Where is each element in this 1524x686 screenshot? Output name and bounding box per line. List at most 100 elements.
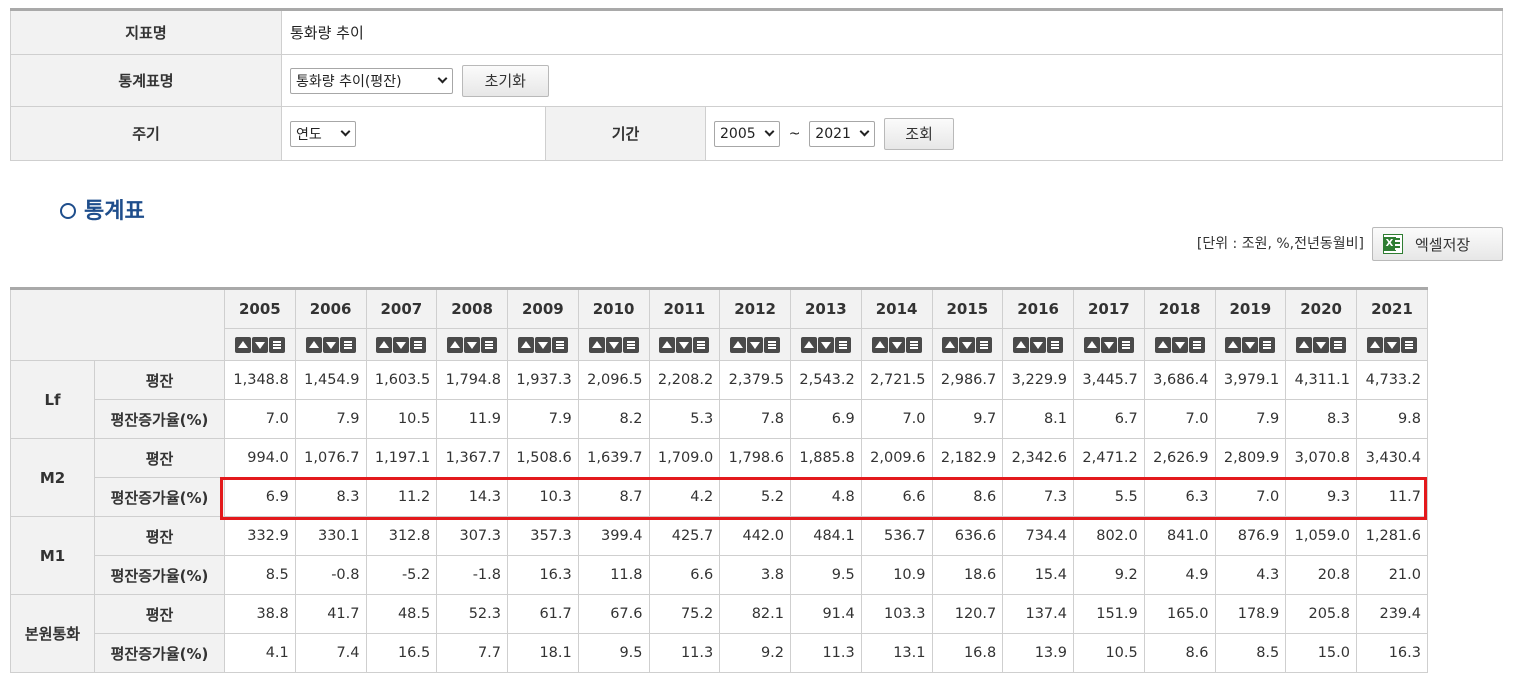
period-end-select[interactable]: 2021	[809, 120, 876, 147]
chevron-down-icon	[437, 73, 448, 84]
sort-ascending-icon[interactable]	[1083, 337, 1100, 353]
sort-controls	[436, 328, 508, 361]
sort-controls	[1356, 328, 1428, 361]
sort-descending-icon[interactable]	[1384, 337, 1400, 353]
sort-descending-icon[interactable]	[1100, 337, 1117, 353]
sort-descending-icon[interactable]	[959, 337, 976, 353]
table-cell: 48.5	[365, 594, 438, 634]
menu-icon[interactable]	[268, 337, 285, 353]
sort-ascending-icon[interactable]	[1225, 337, 1242, 353]
table-cell: 8.5	[1214, 633, 1287, 673]
menu-icon[interactable]	[1047, 337, 1064, 353]
sort-ascending-icon[interactable]	[659, 337, 676, 353]
table-cell: 2,471.2	[1073, 438, 1145, 478]
sort-ascending-icon[interactable]	[376, 337, 393, 353]
table-cell: 9.2	[719, 633, 791, 673]
sort-ascending-icon[interactable]	[800, 337, 817, 353]
search-button[interactable]: 조회	[884, 117, 955, 150]
sort-descending-icon[interactable]	[676, 337, 693, 353]
table-cell: 2,182.9	[931, 438, 1004, 478]
excel-save-button[interactable]: 엑셀저장	[1372, 227, 1503, 261]
section-title: 통계표	[60, 193, 145, 225]
menu-icon[interactable]	[834, 337, 851, 353]
sort-ascending-icon[interactable]	[517, 337, 534, 353]
menu-icon[interactable]	[339, 337, 356, 353]
table-cell: 9.5	[577, 633, 650, 673]
sort-ascending-icon[interactable]	[871, 337, 888, 353]
stat-table: 2005 2006 2007 2008 2009 2010 2011 2012 2013 2014…	[10, 287, 1428, 673]
sort-ascending-icon[interactable]	[234, 337, 251, 353]
table-cell: 8.6	[931, 477, 1004, 517]
menu-icon[interactable]	[410, 337, 427, 353]
menu-icon[interactable]	[1117, 337, 1134, 353]
table-cell: 18.6	[931, 555, 1004, 595]
sort-descending-icon[interactable]	[534, 337, 551, 353]
menu-icon[interactable]	[481, 337, 498, 353]
sort-ascending-icon[interactable]	[1296, 337, 1313, 353]
year-header: 2019	[1214, 288, 1287, 329]
indicator-value: 통화량 추이	[281, 9, 1503, 55]
sort-ascending-icon[interactable]	[1367, 337, 1383, 353]
table-cell: 8.3	[1285, 399, 1357, 439]
sort-descending-icon[interactable]	[251, 337, 268, 353]
table-cell: 312.8	[365, 516, 438, 556]
sort-ascending-icon[interactable]	[588, 337, 605, 353]
menu-icon[interactable]	[1259, 337, 1276, 353]
row-label: 평잔증가율(%)	[94, 477, 225, 517]
sort-ascending-icon[interactable]	[1013, 337, 1030, 353]
sort-ascending-icon[interactable]	[730, 337, 747, 353]
section-title-text: 통계표	[84, 199, 145, 224]
sort-descending-icon[interactable]	[393, 337, 410, 353]
sort-descending-icon[interactable]	[888, 337, 905, 353]
sort-descending-icon[interactable]	[747, 337, 764, 353]
table-cell: 178.9	[1214, 594, 1287, 634]
search-form: 지표명 통화량 추이 통계표명 통화량 추이(평잔) 초기화 주기 연도 기간 …	[10, 8, 1503, 161]
menu-icon[interactable]	[622, 337, 639, 353]
menu-icon[interactable]	[905, 337, 922, 353]
table-cell: 2,809.9	[1214, 438, 1287, 478]
table-cell: 91.4	[790, 594, 862, 634]
sort-ascending-icon[interactable]	[305, 337, 322, 353]
sort-descending-icon[interactable]	[605, 337, 622, 353]
table-cell: 4,311.1	[1285, 360, 1357, 400]
table-cell: 1,794.8	[436, 360, 508, 400]
menu-icon[interactable]	[1330, 337, 1347, 353]
sort-descending-icon[interactable]	[817, 337, 834, 353]
menu-icon[interactable]	[551, 337, 568, 353]
sort-descending-icon[interactable]	[464, 337, 481, 353]
period-start-select[interactable]: 2005	[714, 120, 780, 147]
menu-icon[interactable]	[1188, 337, 1205, 353]
cycle-cell: 연도	[281, 106, 546, 161]
table-cell: 16.3	[507, 555, 579, 595]
menu-icon[interactable]	[976, 337, 993, 353]
menu-icon[interactable]	[693, 337, 710, 353]
sort-descending-icon[interactable]	[1030, 337, 1047, 353]
table-cell: 3,979.1	[1214, 360, 1287, 400]
table-cell: 10.9	[860, 555, 933, 595]
table-cell: 6.7	[1073, 399, 1145, 439]
table-cell: -5.2	[365, 555, 438, 595]
sort-descending-icon[interactable]	[1171, 337, 1188, 353]
table-row: 본원통화 평잔 38.8 41.7 48.5 52.3 61.7 67.6 75.2 82.1 91…	[10, 594, 1428, 673]
table-cell: 994.0	[224, 438, 296, 478]
menu-icon[interactable]	[764, 337, 781, 353]
table-cell: 10.3	[507, 477, 579, 517]
menu-icon[interactable]	[1401, 337, 1417, 353]
table-cell: 4.9	[1143, 555, 1216, 595]
sort-descending-icon[interactable]	[1313, 337, 1330, 353]
table-cell: 399.4	[577, 516, 650, 556]
table-cell: 4.8	[790, 477, 862, 517]
sort-descending-icon[interactable]	[1242, 337, 1259, 353]
sort-controls	[1143, 328, 1216, 361]
sort-ascending-icon[interactable]	[1154, 337, 1171, 353]
sort-descending-icon[interactable]	[322, 337, 339, 353]
sort-ascending-icon[interactable]	[447, 337, 464, 353]
sort-ascending-icon[interactable]	[942, 337, 959, 353]
table-cell: 2,208.2	[648, 360, 721, 400]
table-cell: -1.8	[436, 555, 508, 595]
row-label: 평잔	[94, 360, 225, 400]
reset-button[interactable]: 초기화	[461, 64, 549, 97]
cycle-select[interactable]: 연도	[290, 120, 356, 147]
table-cell: 1,885.8	[790, 438, 862, 478]
stat-table-select[interactable]: 통화량 추이(평잔)	[290, 67, 453, 94]
